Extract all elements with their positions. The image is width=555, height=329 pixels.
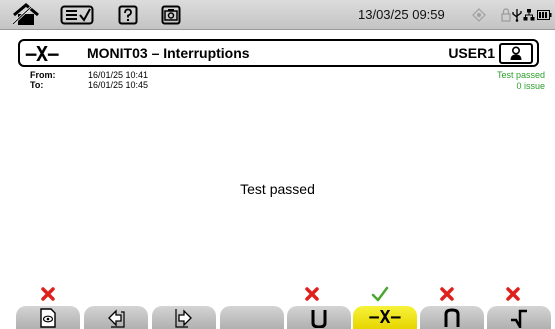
fail-icon [297,285,327,303]
dip-waveform-icon [311,309,327,328]
next-arrow-icon [175,308,192,328]
dips-button[interactable] [287,306,351,329]
from-label: From: [30,70,56,80]
previous-button[interactable] [84,306,148,329]
help-icon[interactable] [117,3,139,27]
camera-icon[interactable] [160,3,182,27]
interruptions-mode-icon: −X− [25,42,59,66]
result-message: Test passed [240,181,315,197]
user-avatar-icon[interactable] [499,43,533,64]
to-label: To: [30,80,44,90]
document-view-icon [40,307,56,328]
page-title: MONIT03 – Interruptions [87,45,250,61]
swell-waveform-icon [444,307,460,327]
previous-arrow-icon [108,308,125,328]
home-icon[interactable] [10,3,42,27]
list-check-icon[interactable] [60,3,94,27]
interruptions-icon: −X− [368,306,402,328]
interruptions-button[interactable]: −X− [353,306,417,329]
pass-check-icon [365,285,395,303]
test-status: Test passed [496,70,545,80]
position-icon [472,3,486,27]
transients-button[interactable] [487,306,551,329]
fail-icon [432,285,462,303]
view-report-button[interactable] [16,306,80,329]
to-row: To: [30,80,43,90]
battery-icon [537,3,552,27]
fail-icon [498,285,528,303]
status-bar: 13/03/25 09:59 [0,0,555,30]
from-row: From: [30,70,56,80]
datetime-display: 13/03/25 09:59 [358,7,445,22]
empty-softkey [220,306,284,329]
usb-icon [511,3,523,27]
monitoring-header: −X− MONIT03 – Interruptions USER1 [18,39,539,67]
from-value: 16/01/25 10:41 [88,70,149,80]
user-label: USER1 [448,45,495,61]
swells-button[interactable] [420,306,484,329]
next-button[interactable] [152,306,216,329]
network-icon [523,3,535,27]
fail-icon [33,285,63,303]
to-value: 16/01/25 10:45 [88,80,149,90]
transient-waveform-icon [511,309,527,328]
lock-icon [501,3,511,27]
issue-count: 0 issue [516,81,545,91]
